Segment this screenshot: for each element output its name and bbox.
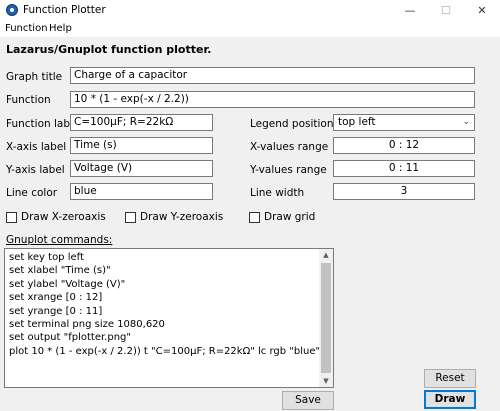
gnuplot-command-line: set xrange [0 : 12] <box>9 292 103 304</box>
gnuplot-command-line: set output "fplotter.png" <box>9 332 131 344</box>
legend-position-select[interactable]: top left ⌄ <box>333 114 475 131</box>
graph-title-label: Graph title <box>6 71 63 83</box>
scroll-down-icon[interactable]: ▼ <box>319 375 333 387</box>
legend-position-label: Legend position <box>250 118 334 130</box>
x-axis-label-input[interactable]: Time (s) <box>70 137 213 154</box>
line-width-label: Line width <box>250 187 305 199</box>
draw-grid-checkbox[interactable] <box>249 212 260 223</box>
graph-title-input[interactable]: Charge of a capacitor <box>70 67 475 84</box>
draw-y-zeroaxis-label: Draw Y-zeroaxis <box>140 211 224 223</box>
minimize-icon[interactable]: — <box>392 0 428 21</box>
line-width-input[interactable]: 3 <box>333 183 475 200</box>
page-heading: Lazarus/Gnuplot function plotter. <box>6 43 212 56</box>
line-color-input[interactable]: blue <box>70 183 213 200</box>
draw-x-zeroaxis-checkbox[interactable] <box>6 212 17 223</box>
scroll-thumb[interactable] <box>321 263 331 373</box>
y-range-label: Y-values range <box>250 164 327 176</box>
menu-function[interactable]: Function <box>5 23 48 34</box>
function-input[interactable]: 10 * (1 - exp(-x / 2.2)) <box>70 91 475 108</box>
y-range-input[interactable]: 0 : 11 <box>333 160 475 177</box>
gnuplot-command-line: set ylabel "Voltage (V)" <box>9 278 126 290</box>
function-label: Function <box>6 94 51 106</box>
gnuplot-commands-textarea[interactable]: set key top left set xlabel "Time (s)" set… <box>4 248 334 388</box>
maximize-icon[interactable]: ☐ <box>428 0 464 21</box>
vertical-scrollbar[interactable]: ▲ ▼ <box>319 249 333 387</box>
line-color-label: Line color <box>6 187 58 199</box>
x-range-input[interactable]: 0 : 12 <box>333 137 475 154</box>
draw-x-zeroaxis-label: Draw X-zeroaxis <box>21 211 106 223</box>
scroll-up-icon[interactable]: ▲ <box>319 249 333 261</box>
draw-grid-label: Draw grid <box>264 211 316 223</box>
y-axis-label-label: Y-axis label <box>6 164 65 176</box>
chevron-down-icon: ⌄ <box>462 117 470 127</box>
gnuplot-command-line: set terminal png size 1080,620 <box>9 319 165 331</box>
draw-y-zeroaxis-checkbox[interactable] <box>125 212 136 223</box>
legend-position-value: top left <box>338 116 376 128</box>
draw-button[interactable]: Draw <box>424 390 476 409</box>
menu-help[interactable]: Help <box>49 23 72 34</box>
save-button[interactable]: Save <box>282 391 334 410</box>
gnuplot-command-line: plot 10 * (1 - exp(-x / 2.2)) t "C=100µF… <box>9 345 334 357</box>
window-title: Function Plotter <box>23 4 106 16</box>
title-bar: Function Plotter — ☐ ✕ <box>0 0 500 21</box>
y-axis-label-input[interactable]: Voltage (V) <box>70 160 213 177</box>
gnuplot-commands-label: Gnuplot commands: <box>6 234 113 246</box>
x-range-label: X-values range <box>250 141 329 153</box>
menu-bar: Function Help <box>0 21 500 37</box>
close-icon[interactable]: ✕ <box>464 0 500 21</box>
gnuplot-command-line: set yrange [0 : 11] <box>9 305 103 317</box>
reset-button[interactable]: Reset <box>424 369 476 388</box>
x-axis-label-label: X-axis label <box>6 141 67 153</box>
app-icon <box>6 4 18 16</box>
gnuplot-command-line: set xlabel "Time (s)" <box>9 265 111 277</box>
gnuplot-command-line: set key top left <box>9 252 84 263</box>
function-label-input[interactable]: C=100µF; R=22kΩ <box>70 114 213 131</box>
function-label-label: Function label <box>6 118 80 130</box>
